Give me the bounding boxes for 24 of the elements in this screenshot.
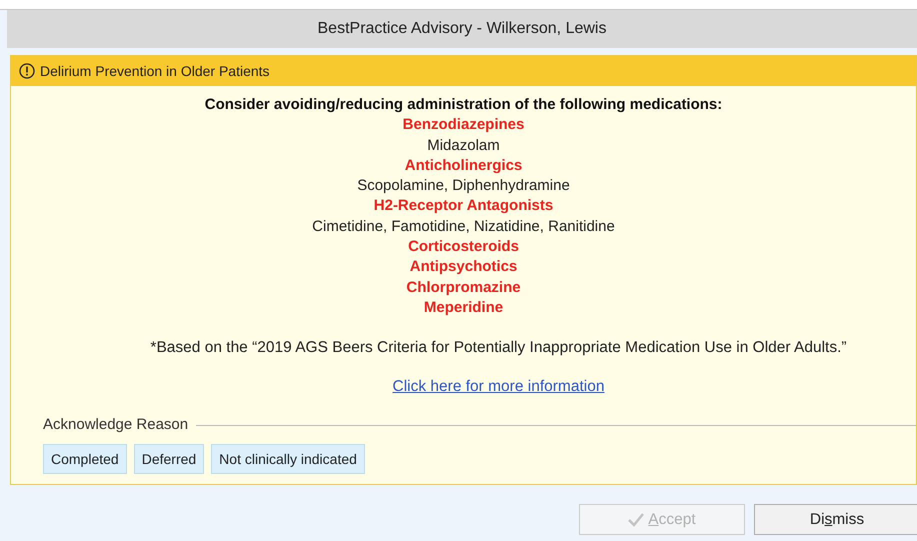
advisory-title: Delirium Prevention in Older Patients: [40, 62, 270, 80]
drug-class-label: Benzodiazepines: [402, 115, 524, 136]
check-icon: [628, 512, 644, 526]
window-title: BestPractice Advisory - Wilkerson, Lewis: [318, 19, 606, 39]
drug-class-label: Corticosteroids: [408, 237, 519, 258]
dismiss-button[interactable]: Dismiss: [754, 504, 917, 535]
reason-option[interactable]: Deferred: [134, 444, 204, 474]
drug-class-label: Meperidine: [424, 298, 504, 318]
button-label: Accept: [648, 510, 696, 530]
drug-class-label: H2-Receptor Antagonists: [374, 196, 554, 216]
advisory-heading: Consider avoiding/reducing administration of the following medications:: [204, 95, 722, 115]
reason-option[interactable]: Completed: [43, 444, 127, 474]
drug-names: Midazolam: [427, 136, 500, 156]
drug-class-label: Chlorpromazine: [406, 278, 521, 298]
drug-class-label: Antipsychotics: [410, 257, 518, 278]
button-label: Dismiss: [810, 510, 864, 530]
acknowledge-label: Acknowledge Reason: [43, 414, 188, 435]
reason-option[interactable]: Not clinically indicated: [211, 444, 365, 474]
drug-names: Scopolamine, Diphenhydramine: [357, 176, 570, 196]
more-info-link[interactable]: Click here for more information: [322, 376, 604, 397]
drug-class-label: Anticholinergics: [404, 156, 522, 176]
drug-names: Cimetidine, Famotidine, Nizatidine, Ranitidine: [312, 216, 615, 237]
footnote: *Based on the “2019 AGS Beers Criteria for Potentially Inappropriate Medication Use in Older Adults.”: [149, 338, 847, 358]
alert-icon: [19, 63, 35, 79]
